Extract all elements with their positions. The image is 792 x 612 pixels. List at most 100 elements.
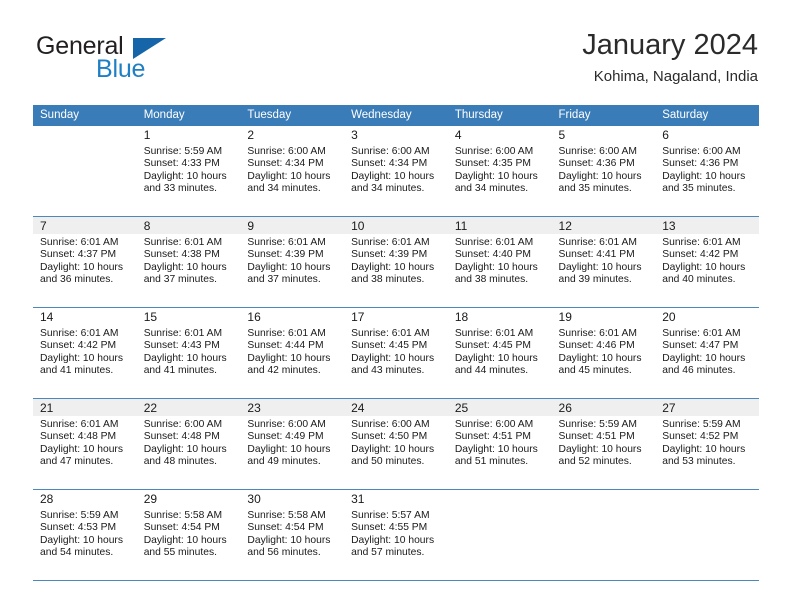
day-details: Sunrise: 6:01 AM Sunset: 4:42 PM Daylight:… bbox=[33, 325, 137, 377]
daylight-duration-line1: Daylight: 10 hours bbox=[247, 261, 331, 273]
daylight-duration-line2: and 41 minutes. bbox=[40, 364, 114, 376]
calendar-day-cell[interactable]: 13 Sunrise: 6:01 AM Sunset: 4:42 PM Dayligh… bbox=[655, 216, 759, 308]
daylight-duration-line2: and 39 minutes. bbox=[558, 273, 632, 285]
sunrise-time: Sunrise: 5:57 AM bbox=[351, 510, 430, 521]
day-number: 11 bbox=[447, 217, 552, 234]
daylight-duration-line1: Daylight: 10 hours bbox=[662, 170, 746, 182]
brand-logo[interactable]: General Blue bbox=[34, 28, 214, 88]
sunrise-time: Sunrise: 5:58 AM bbox=[247, 510, 326, 521]
calendar-day-cell[interactable]: 27 Sunrise: 5:59 AM Sunset: 4:52 PM Dayligh… bbox=[655, 398, 759, 490]
daylight-duration-line1: Daylight: 10 hours bbox=[143, 534, 227, 546]
calendar-day-cell[interactable]: 1 Sunrise: 5:59 AM Sunset: 4:33 PM Daylight… bbox=[136, 126, 241, 217]
day-number: 29 bbox=[136, 490, 241, 507]
daylight-duration-line2: and 42 minutes. bbox=[247, 364, 321, 376]
day-number: 9 bbox=[240, 217, 345, 234]
sunset-time: Sunset: 4:50 PM bbox=[351, 431, 428, 443]
sunset-time: Sunset: 4:49 PM bbox=[247, 431, 324, 443]
calendar-day-cell[interactable]: 5 Sunrise: 6:00 AM Sunset: 4:36 PM Daylight… bbox=[551, 126, 656, 217]
calendar-day-cell-empty bbox=[551, 489, 656, 581]
sunrise-time: Sunrise: 5:59 AM bbox=[662, 419, 741, 430]
calendar-day-cell[interactable]: 22 Sunrise: 6:00 AM Sunset: 4:48 PM Dayligh… bbox=[136, 398, 241, 490]
day-details: Sunrise: 6:01 AM Sunset: 4:45 PM Daylight:… bbox=[448, 325, 552, 377]
sunset-time: Sunset: 4:42 PM bbox=[662, 249, 739, 261]
calendar-header-row: Sunday Monday Tuesday Wednesday Thursday… bbox=[33, 105, 759, 126]
calendar-day-cell[interactable]: 8 Sunrise: 6:01 AM Sunset: 4:38 PM Daylight… bbox=[136, 216, 241, 308]
daylight-duration-line1: Daylight: 10 hours bbox=[247, 170, 331, 182]
sunrise-time: Sunrise: 5:59 AM bbox=[143, 146, 223, 157]
calendar-day-cell[interactable]: 24 Sunrise: 6:00 AM Sunset: 4:50 PM Dayligh… bbox=[344, 398, 448, 490]
calendar-day-cell[interactable]: 2 Sunrise: 6:00 AM Sunset: 4:34 PM Daylight… bbox=[240, 126, 345, 217]
day-details: Sunrise: 5:59 AM Sunset: 4:33 PM Daylight:… bbox=[137, 143, 241, 195]
calendar-day-cell[interactable]: 20 Sunrise: 6:01 AM Sunset: 4:47 PM Dayligh… bbox=[655, 307, 759, 399]
calendar-day-cell[interactable]: 29 Sunrise: 5:58 AM Sunset: 4:54 PM Dayligh… bbox=[136, 489, 241, 581]
calendar-day-cell[interactable]: 28 Sunrise: 5:59 AM Sunset: 4:53 PM Dayligh… bbox=[33, 489, 137, 581]
sunset-time: Sunset: 4:37 PM bbox=[40, 249, 117, 261]
day-number: 27 bbox=[655, 399, 759, 416]
calendar-day-cell[interactable]: 15 Sunrise: 6:01 AM Sunset: 4:43 PM Dayligh… bbox=[136, 307, 241, 399]
day-details: Sunrise: 5:58 AM Sunset: 4:54 PM Daylight:… bbox=[240, 507, 344, 559]
daylight-duration-line1: Daylight: 10 hours bbox=[40, 534, 123, 546]
calendar-day-cell[interactable]: 9 Sunrise: 6:01 AM Sunset: 4:39 PM Daylight… bbox=[240, 216, 345, 308]
day-number: 5 bbox=[551, 126, 656, 143]
day-number: 24 bbox=[344, 399, 448, 416]
sunset-time: Sunset: 4:34 PM bbox=[351, 158, 428, 170]
daylight-duration-line1: Daylight: 10 hours bbox=[454, 443, 538, 455]
calendar-table: Sunday Monday Tuesday Wednesday Thursday… bbox=[33, 105, 759, 581]
calendar-day-cell[interactable]: 31 Sunrise: 5:57 AM Sunset: 4:55 PM Dayligh… bbox=[344, 489, 448, 581]
day-number: 8 bbox=[136, 217, 241, 234]
calendar-day-cell[interactable]: 3 Sunrise: 6:00 AM Sunset: 4:34 PM Daylight… bbox=[344, 126, 448, 217]
day-number bbox=[551, 490, 656, 507]
day-details: Sunrise: 6:01 AM Sunset: 4:39 PM Daylight:… bbox=[240, 234, 344, 286]
calendar-day-cell[interactable]: 10 Sunrise: 6:01 AM Sunset: 4:39 PM Dayligh… bbox=[344, 216, 448, 308]
calendar-day-cell[interactable]: 6 Sunrise: 6:00 AM Sunset: 4:36 PM Daylight… bbox=[655, 126, 759, 217]
calendar-day-cell[interactable]: 21 Sunrise: 6:01 AM Sunset: 4:48 PM Dayligh… bbox=[33, 398, 137, 490]
sunset-time: Sunset: 4:54 PM bbox=[247, 522, 324, 534]
daylight-duration-line1: Daylight: 10 hours bbox=[143, 443, 227, 455]
sunset-time: Sunset: 4:44 PM bbox=[247, 340, 324, 352]
calendar-day-cell[interactable]: 17 Sunrise: 6:01 AM Sunset: 4:45 PM Dayligh… bbox=[344, 307, 448, 399]
daylight-duration-line1: Daylight: 10 hours bbox=[662, 443, 746, 455]
calendar-day-cell[interactable]: 4 Sunrise: 6:00 AM Sunset: 4:35 PM Daylight… bbox=[447, 126, 552, 217]
day-number: 2 bbox=[240, 126, 345, 143]
calendar-day-cell[interactable]: 25 Sunrise: 6:00 AM Sunset: 4:51 PM Dayligh… bbox=[447, 398, 552, 490]
weekday-header-friday: Friday bbox=[551, 105, 656, 126]
page-header: General Blue January 2024 Kohima, Nagala… bbox=[34, 28, 758, 100]
calendar-day-cell[interactable]: 26 Sunrise: 5:59 AM Sunset: 4:51 PM Dayligh… bbox=[551, 398, 656, 490]
daylight-duration-line2: and 35 minutes. bbox=[662, 182, 736, 194]
day-number: 28 bbox=[33, 490, 137, 507]
day-number: 31 bbox=[344, 490, 448, 507]
sunset-time: Sunset: 4:51 PM bbox=[454, 431, 531, 443]
calendar-day-cell[interactable]: 19 Sunrise: 6:01 AM Sunset: 4:46 PM Dayligh… bbox=[551, 307, 656, 399]
weekday-header-thursday: Thursday bbox=[447, 105, 552, 126]
daylight-duration-line2: and 45 minutes. bbox=[558, 364, 632, 376]
calendar-day-cell-empty bbox=[33, 126, 137, 217]
calendar-page: General Blue January 2024 Kohima, Nagala… bbox=[0, 0, 792, 612]
day-number bbox=[33, 126, 137, 143]
calendar-day-cell[interactable]: 18 Sunrise: 6:01 AM Sunset: 4:45 PM Dayligh… bbox=[447, 307, 552, 399]
day-number: 6 bbox=[655, 126, 759, 143]
calendar-day-cell[interactable]: 7 Sunrise: 6:01 AM Sunset: 4:37 PM Daylight… bbox=[33, 216, 137, 308]
daylight-duration-line1: Daylight: 10 hours bbox=[40, 352, 123, 364]
day-details: Sunrise: 6:00 AM Sunset: 4:36 PM Daylight:… bbox=[552, 143, 656, 195]
calendar-day-cell[interactable]: 12 Sunrise: 6:01 AM Sunset: 4:41 PM Dayligh… bbox=[551, 216, 656, 308]
calendar-day-cell[interactable]: 14 Sunrise: 6:01 AM Sunset: 4:42 PM Dayligh… bbox=[33, 307, 137, 399]
day-details: Sunrise: 6:01 AM Sunset: 4:46 PM Daylight:… bbox=[552, 325, 656, 377]
calendar-day-cell[interactable]: 11 Sunrise: 6:01 AM Sunset: 4:40 PM Dayligh… bbox=[447, 216, 552, 308]
sunrise-time: Sunrise: 6:00 AM bbox=[247, 419, 326, 430]
day-details: Sunrise: 6:01 AM Sunset: 4:47 PM Daylight:… bbox=[655, 325, 759, 377]
daylight-duration-line2: and 43 minutes. bbox=[351, 364, 425, 376]
daylight-duration-line1: Daylight: 10 hours bbox=[247, 534, 331, 546]
daylight-duration-line2: and 50 minutes. bbox=[351, 455, 425, 467]
calendar-body: 1 Sunrise: 5:59 AM Sunset: 4:33 PM Daylight… bbox=[33, 126, 759, 581]
day-details: Sunrise: 5:59 AM Sunset: 4:53 PM Daylight:… bbox=[33, 507, 137, 559]
sunset-time: Sunset: 4:41 PM bbox=[558, 249, 635, 261]
daylight-duration-line2: and 44 minutes. bbox=[454, 364, 529, 376]
sunrise-time: Sunrise: 5:59 AM bbox=[558, 419, 637, 430]
calendar-day-cell[interactable]: 23 Sunrise: 6:00 AM Sunset: 4:49 PM Dayligh… bbox=[240, 398, 345, 490]
sunset-time: Sunset: 4:39 PM bbox=[247, 249, 324, 261]
sunrise-time: Sunrise: 6:01 AM bbox=[558, 237, 637, 248]
daylight-duration-line2: and 34 minutes. bbox=[454, 182, 529, 194]
calendar-day-cell[interactable]: 30 Sunrise: 5:58 AM Sunset: 4:54 PM Dayligh… bbox=[240, 489, 345, 581]
calendar-day-cell[interactable]: 16 Sunrise: 6:01 AM Sunset: 4:44 PM Dayligh… bbox=[240, 307, 345, 399]
daylight-duration-line1: Daylight: 10 hours bbox=[40, 443, 123, 455]
